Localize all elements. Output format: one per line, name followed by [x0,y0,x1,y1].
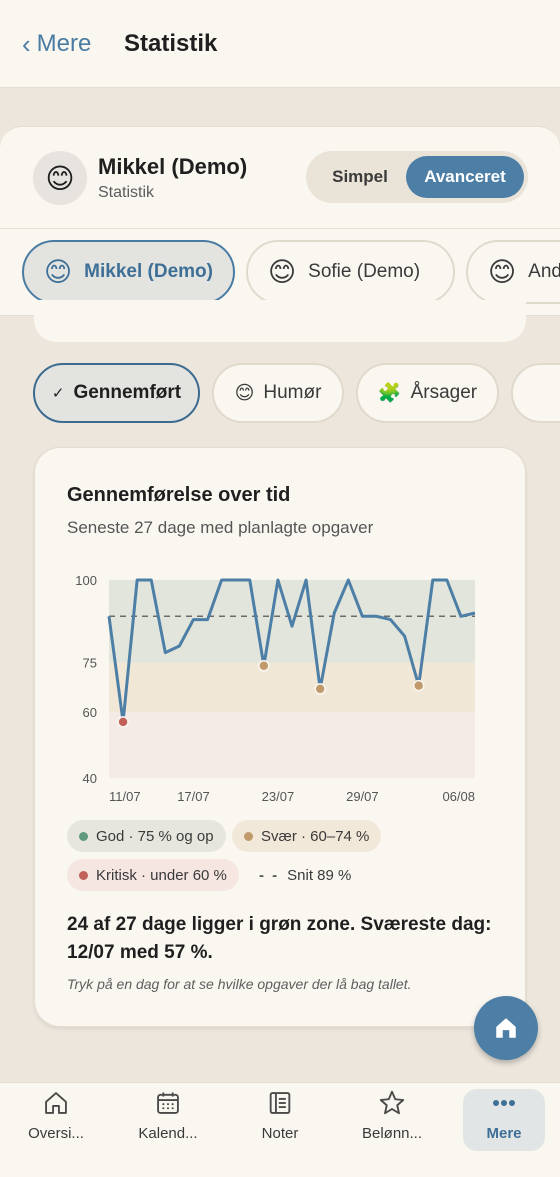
hard-point [412,679,425,692]
tab-completed[interactable]: ✓ Gennemført [33,363,200,423]
avatar: 😊 [33,151,87,205]
tab-label: Årsager [410,382,478,403]
bottom-navigation: Oversi... Kalend... Noter Belønn... Mere [0,1082,560,1177]
nav-notes[interactable]: Noter [238,1089,322,1151]
profile-header: 😊 Mikkel (Demo) Statistik Simpel Avancer… [0,126,560,228]
legend-hard: Svær · 60–74 % [232,820,382,852]
critical-point [117,716,129,728]
y-tick-label: 60 [83,705,97,720]
chart-summary: 24 af 27 dage ligger i grøn zone. Sværes… [67,914,492,963]
legend-label: God · 75 % og op [96,827,214,845]
chevron-left-icon: ‹ [22,29,31,59]
collapsed-card [34,300,526,342]
tab-mood[interactable]: 😊 Humør [212,363,344,423]
mode-simple-button[interactable]: Simpel [312,156,408,198]
more-icon [489,1089,519,1117]
nav-label: Belønn... [361,1125,423,1142]
profile-chip-and[interactable]: 😊 And [466,240,560,304]
legend-label: Svær · 60–74 % [261,827,370,845]
nav-label: Mere [486,1125,522,1142]
legend-dot-critical [79,870,88,880]
back-label: Mere [36,30,92,57]
mode-advanced-button[interactable]: Avanceret [406,156,524,198]
tab-label: Gennemført [73,382,182,403]
back-button[interactable]: ‹ Mere [22,30,91,58]
profile-chip-label: Sofie (Demo) [308,261,421,282]
nav-label: Noter [261,1125,299,1142]
legend-average: - - Snit 89 % [247,859,363,891]
dashed-line-icon: - - [259,866,280,884]
zone-kritisk [109,712,475,778]
legend-label: Kritisk · under 60 % [96,866,227,884]
legend-dot-hard [244,831,253,841]
profile-chip-label: And [528,261,560,282]
profile-name: Mikkel (Demo) [98,154,248,179]
smiley-icon: 😊 [268,256,297,287]
nav-overview[interactable]: Oversi... [14,1089,98,1151]
nav-label: Kalend... [138,1125,198,1142]
legend-dot-good [79,831,88,841]
home-icon [42,1089,70,1117]
y-tick-label: 100 [75,573,97,588]
top-bar: ‹ Mere Statistik [0,0,560,88]
mode-toggle: Simpel Avanceret [306,151,528,203]
notes-icon [266,1089,294,1117]
nav-calendar[interactable]: Kalend... [126,1089,210,1151]
legend-label: Snit 89 % [287,866,352,884]
legend-good: God · 75 % og op [67,820,226,852]
nav-rewards[interactable]: Belønn... [350,1089,434,1151]
x-tick-label: 11/07 [109,789,141,804]
y-tick-label: 75 [83,656,97,671]
page-title: Statistik [124,30,218,57]
smiley-icon: 😊 [488,256,517,287]
x-tick-label: 06/08 [442,789,475,804]
y-tick-label: 40 [83,771,97,786]
hard-point [314,683,326,695]
x-tick-label: 29/07 [346,789,379,804]
profile-chip-mikkel[interactable]: 😊 Mikkel (Demo) [22,240,235,304]
calendar-icon [154,1089,182,1117]
home-fab-button[interactable] [474,996,538,1060]
star-icon [377,1089,407,1117]
completion-chart-card: Gennemførelse over tid Seneste 27 dage m… [34,447,526,1027]
chart-hint: Tryk på en dag for at se hvilke opgaver … [67,976,412,992]
nav-more[interactable]: Mere [463,1089,545,1151]
hard-point [258,660,270,672]
x-tick-label: 23/07 [262,789,295,804]
check-icon: ✓ [51,385,65,402]
stat-filter-tabs: ✓ Gennemført 😊 Humør 🧩 Årsager [0,363,560,425]
home-icon [496,1018,516,1038]
smiley-icon: 😊 [44,256,73,287]
completion-line-chart[interactable]: 40 60 75 100 11/07 17/07 23/07 29/07 06/08 [35,448,527,818]
tab-causes[interactable]: 🧩 Årsager [356,363,499,423]
profile-subtitle: Statistik [98,184,155,201]
x-tick-label: 17/07 [177,789,210,804]
legend-critical: Kritisk · under 60 % [67,859,239,891]
tab-label: Humør [263,382,322,403]
profile-chip-label: Mikkel (Demo) [84,261,213,282]
nav-label: Oversi... [28,1125,84,1142]
smiley-icon: 😊 [234,382,255,404]
profile-chip-sofie[interactable]: 😊 Sofie (Demo) [246,240,455,304]
tab-more[interactable] [511,363,560,423]
puzzle-icon: 🧩 [377,383,402,404]
